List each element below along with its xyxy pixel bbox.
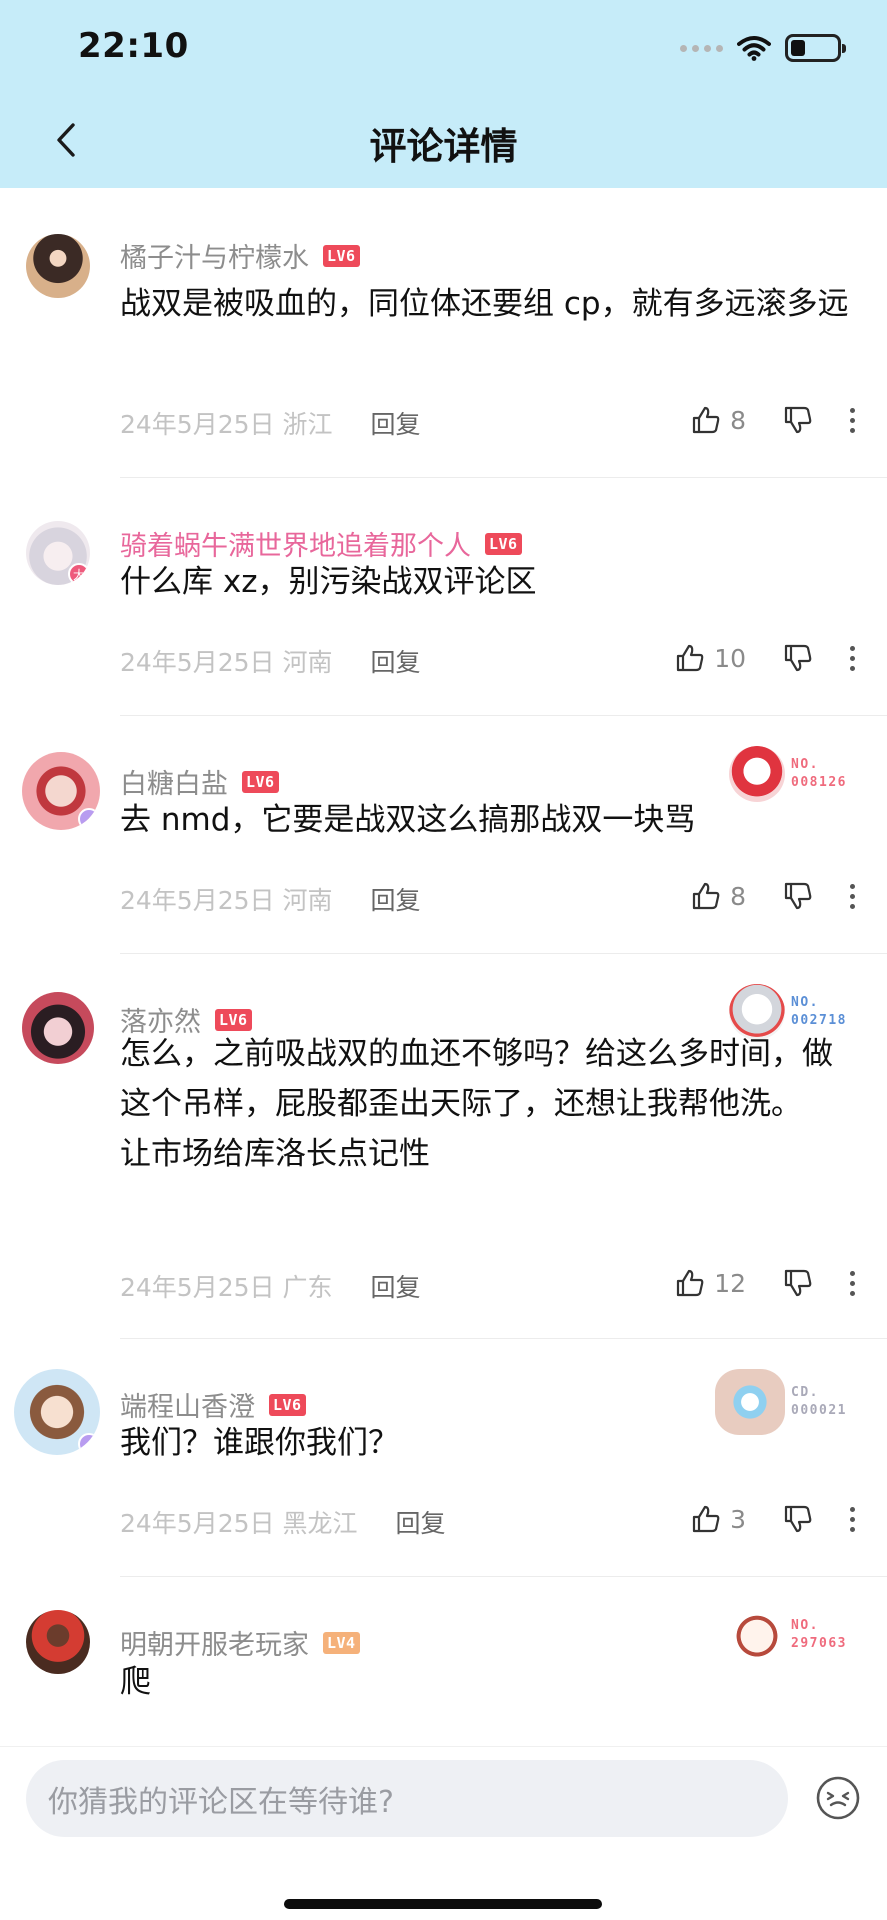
comment-item: 明朝开服老玩家 LV4 NO. 297063 爬 (0, 1577, 887, 1746)
medal-prefix: NO. (791, 1618, 820, 1633)
more-icon[interactable] (850, 407, 855, 433)
comment-text: 爬 (120, 1664, 151, 1700)
bottom-input-bar: 你猜我的评论区在等待谁? (0, 1746, 887, 1920)
thumbs-down-icon[interactable] (782, 1503, 814, 1535)
comment-date: 24年5月25日 (120, 1509, 275, 1538)
like-count: 3 (730, 1504, 746, 1534)
status-time: 22:10 (78, 26, 189, 66)
medal-prefix: CD. (791, 1385, 820, 1400)
medal-image (729, 1607, 786, 1663)
level-badge: LV6 (485, 532, 522, 555)
avatar-badge: 大 (68, 563, 90, 585)
verified-badge (78, 1433, 100, 1455)
more-icon[interactable] (850, 645, 855, 671)
home-indicator[interactable] (284, 1899, 602, 1909)
medal-number: 297063 (791, 1636, 847, 1651)
more-icon[interactable] (850, 883, 855, 909)
comment-item: 端程山香澄 LV6 CD. 000021 我们？谁跟你我们？ 24年5月25日 … (0, 1339, 887, 1577)
level-badge: LV4 (323, 1631, 360, 1654)
level-badge: LV6 (323, 244, 360, 267)
wifi-icon (737, 36, 771, 61)
comment-text: 怎么，之前吸战双的血还不够吗？给这么多时间，做这个吊样，屁股都歪出天际了，还想让… (120, 1036, 833, 1172)
battery-icon (785, 34, 846, 62)
comment-region: 黑龙江 (282, 1509, 358, 1538)
thumbs-up-icon (692, 1505, 720, 1533)
comment-date: 24年5月25日 (120, 886, 275, 915)
medal-image (729, 746, 786, 802)
page-title: 评论详情 (369, 125, 518, 168)
like-count: 8 (730, 405, 746, 435)
thumbs-down-icon[interactable] (782, 642, 814, 674)
medal-prefix: NO. (791, 757, 820, 772)
signal-icon (680, 44, 723, 52)
level-badge: LV6 (215, 1008, 252, 1031)
thumbs-down-icon[interactable] (782, 880, 814, 912)
thumbs-up-icon (692, 406, 720, 434)
comment-date: 24年5月25日 (120, 648, 275, 677)
comment-item: 白糖白盐 LV6 NO. 008126 去 nmd，它要是战双这么搞那战双一块骂… (0, 716, 887, 954)
thumbs-down-icon[interactable] (782, 1267, 814, 1299)
level-badge: LV6 (242, 770, 279, 793)
comment-region: 河南 (282, 886, 333, 915)
avatar[interactable] (22, 752, 100, 830)
status-icons (680, 32, 846, 64)
fan-medal[interactable]: NO. 008126 (729, 746, 847, 802)
comment-date: 24年5月25日 (120, 1273, 275, 1302)
level-badge: LV6 (269, 1393, 306, 1416)
like-button[interactable]: 8 (690, 404, 746, 436)
comment-text: 我们？谁跟你我们？ (120, 1425, 399, 1461)
reply-button[interactable]: 回复 (371, 643, 421, 679)
like-count: 12 (714, 1268, 746, 1298)
reply-button[interactable]: 回复 (396, 1504, 446, 1540)
thumbs-up-icon (677, 1269, 704, 1297)
comment-region: 河南 (282, 648, 333, 677)
comment-item: 橘子汁与柠檬水 LV6 战双是被吸血的，同位体还要组 cp，就有多远滚多远 24… (0, 188, 887, 478)
more-icon[interactable] (850, 1270, 855, 1296)
comment-input[interactable]: 你猜我的评论区在等待谁? (26, 1760, 788, 1837)
reply-button[interactable]: 回复 (371, 1268, 421, 1304)
comment-item: 大 骑着蜗牛满世界地追着那个人 LV6 什么库 xz，别污染战双评论区 24年5… (0, 478, 887, 716)
avatar[interactable] (26, 1610, 90, 1674)
avatar[interactable] (26, 234, 90, 298)
comment-text: 去 nmd，它要是战双这么搞那战双一块骂 (120, 802, 696, 838)
like-count: 8 (730, 881, 746, 911)
comment-date: 24年5月25日 (120, 410, 275, 439)
medal-number: 008126 (791, 775, 847, 790)
medal-prefix: NO. (791, 995, 820, 1010)
comment-region: 浙江 (282, 410, 333, 439)
comment-region: 广东 (282, 1273, 333, 1302)
thumbs-up-icon (692, 882, 720, 910)
username[interactable]: 橘子汁与柠檬水 (120, 236, 309, 275)
avatar[interactable] (14, 1369, 100, 1455)
medal-number: 002718 (791, 1013, 847, 1028)
reply-button[interactable]: 回复 (371, 881, 421, 917)
like-button[interactable]: 12 (674, 1267, 746, 1299)
comment-item: 落亦然 LV6 NO. 002718 怎么，之前吸战双的血还不够吗？给这么多时间… (0, 954, 887, 1339)
like-button[interactable]: 10 (674, 642, 746, 674)
avatar[interactable] (22, 992, 94, 1064)
thumbs-down-icon[interactable] (782, 404, 814, 436)
input-placeholder: 你猜我的评论区在等待谁? (48, 1784, 394, 1820)
like-count: 10 (714, 643, 746, 673)
thumbs-up-icon (677, 644, 704, 672)
comment-text: 战双是被吸血的，同位体还要组 cp，就有多远滚多远 (120, 286, 849, 322)
like-button[interactable]: 3 (690, 1503, 746, 1535)
avatar[interactable]: 大 (26, 521, 90, 585)
emoji-icon[interactable] (814, 1774, 862, 1822)
fan-medal[interactable]: NO. 297063 (729, 1607, 847, 1663)
like-button[interactable]: 8 (690, 880, 746, 912)
more-icon[interactable] (850, 1506, 855, 1532)
reply-button[interactable]: 回复 (371, 405, 421, 441)
top-bar: 22:10 评论详情 (0, 0, 887, 188)
verified-badge (78, 808, 100, 830)
comment-text: 什么库 xz，别污染战双评论区 (120, 564, 537, 600)
